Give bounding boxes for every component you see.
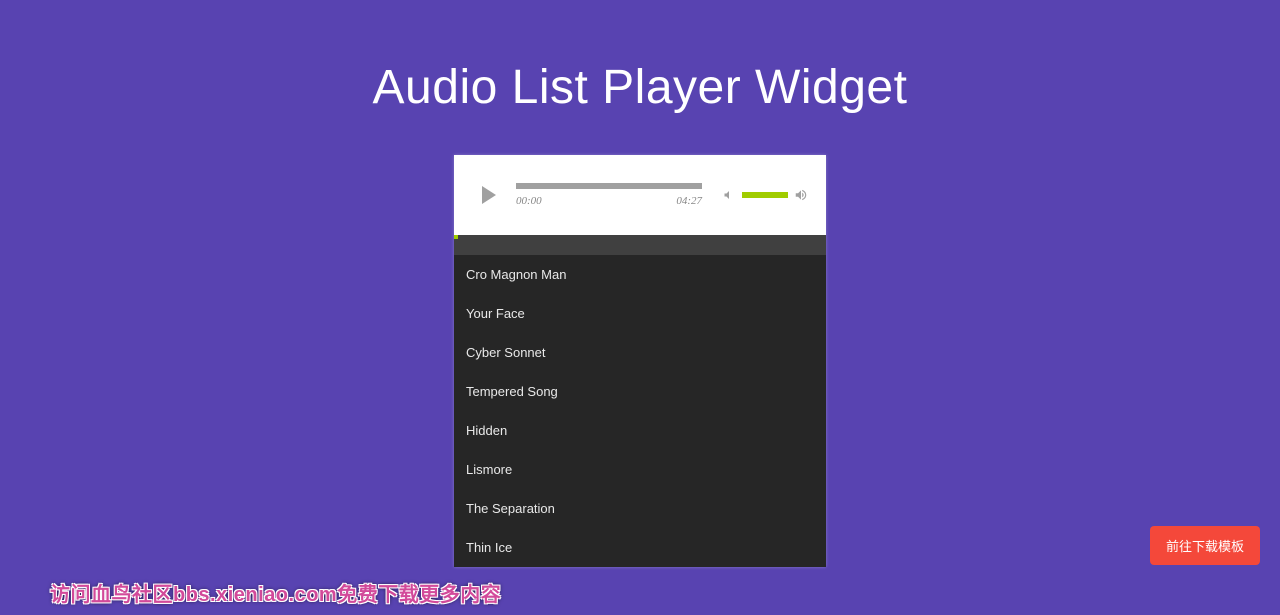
playlist-item[interactable]: The Separation	[454, 489, 826, 528]
volume-max-icon[interactable]	[794, 188, 808, 202]
playlist-item[interactable]: Lismore	[454, 450, 826, 489]
current-time: 00:00	[516, 195, 542, 207]
duration-time: 04:27	[676, 195, 702, 207]
watermark-text: 访问血鸟社区bbs.xieniao.com免费下载更多内容	[50, 578, 501, 607]
seek-bar[interactable]	[516, 183, 702, 189]
download-template-button[interactable]: 前往下载模板	[1150, 526, 1260, 565]
seek-area: 00:00 04:27	[516, 183, 702, 207]
playlist-item[interactable]: Thin Ice	[454, 528, 826, 567]
page-title: Audio List Player Widget	[0, 0, 1280, 155]
volume-bar[interactable]	[742, 192, 788, 198]
mute-icon[interactable]	[722, 188, 736, 202]
playlist-item[interactable]: Your Face	[454, 294, 826, 333]
player-controls: 00:00 04:27	[454, 155, 826, 235]
audio-player-widget: 00:00 04:27 Cro Magnon Man Your Face Cyb…	[454, 155, 826, 567]
volume-area	[722, 188, 808, 202]
playlist-item[interactable]: Hidden	[454, 411, 826, 450]
time-display: 00:00 04:27	[516, 195, 702, 207]
playlist-item[interactable]: Tempered Song	[454, 372, 826, 411]
track-progress-strip[interactable]	[454, 235, 826, 255]
playlist: Cro Magnon Man Your Face Cyber Sonnet Te…	[454, 255, 826, 567]
play-button[interactable]	[482, 186, 496, 204]
playlist-item[interactable]: Cyber Sonnet	[454, 333, 826, 372]
playlist-item[interactable]: Cro Magnon Man	[454, 255, 826, 294]
